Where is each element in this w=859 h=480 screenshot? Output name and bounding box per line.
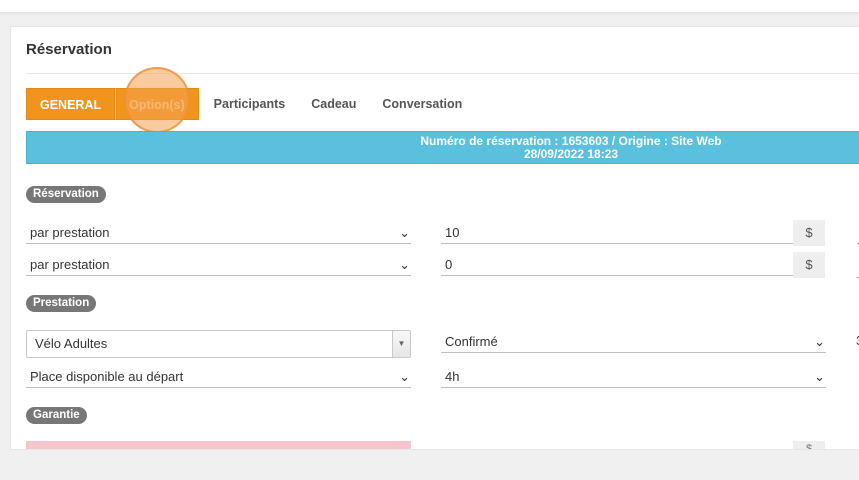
- currency-addon-3-label: $: [805, 443, 813, 450]
- tab-cadeau[interactable]: Cadeau: [298, 88, 369, 120]
- tab-bar: GENERAL Option(s) Participants Cadeau Co…: [26, 88, 475, 120]
- activity-value: Vélo Adultes: [35, 336, 108, 351]
- status-value: Confirmé: [445, 334, 498, 349]
- chevron-down-icon: ⌄: [399, 369, 410, 384]
- tab-conversation[interactable]: Conversation: [369, 88, 475, 120]
- top-bar: [0, 0, 859, 13]
- reservation-panel: Réservation GENERAL Option(s) Participan…: [10, 26, 859, 450]
- reservation-info-bar: Numéro de réservation : 1653603 / Origin…: [26, 131, 859, 164]
- currency-addon-1: $: [793, 220, 825, 246]
- panel-title: Réservation: [26, 41, 112, 58]
- duration-select[interactable]: 4h ⌄: [441, 366, 826, 388]
- pricing-mode-select-2[interactable]: par prestation ⌄: [26, 254, 411, 276]
- pricing-mode-select-1[interactable]: par prestation ⌄: [26, 222, 411, 244]
- activity-combobox[interactable]: Vélo Adultes ▼: [26, 330, 411, 358]
- garantie-invalid-field[interactable]: [26, 441, 411, 449]
- tab-options[interactable]: Option(s): [115, 88, 199, 120]
- combo-arrow-icon[interactable]: ▼: [392, 331, 410, 357]
- amount-input-1[interactable]: 10: [441, 222, 793, 244]
- place-select[interactable]: Place disponible au départ ⌄: [26, 366, 411, 388]
- pricing-mode-value-2: par prestation: [30, 257, 110, 272]
- chevron-down-icon: ⌄: [814, 334, 825, 349]
- chevron-down-icon: ⌄: [399, 257, 410, 272]
- currency-addon-2: $: [793, 252, 825, 278]
- chevron-down-icon: ⌄: [399, 225, 410, 240]
- duration-value: 4h: [445, 369, 460, 384]
- chevron-down-icon: ⌄: [814, 369, 825, 384]
- tab-participants[interactable]: Participants: [201, 88, 299, 120]
- section-badge-prestation: Prestation: [26, 295, 97, 312]
- section-badge-reservation: Réservation: [26, 186, 106, 203]
- amount-input-2[interactable]: 0: [441, 254, 793, 276]
- currency-addon-3: $: [793, 441, 825, 450]
- tab-general[interactable]: GENERAL: [26, 88, 116, 120]
- section-badge-garantie: Garantie: [26, 407, 87, 424]
- title-divider: [26, 73, 859, 74]
- status-select[interactable]: Confirmé ⌄: [441, 331, 826, 353]
- place-value: Place disponible au départ: [30, 369, 184, 384]
- pricing-mode-value-1: par prestation: [30, 225, 110, 240]
- info-line-2: 28/09/2022 18:23: [523, 147, 619, 161]
